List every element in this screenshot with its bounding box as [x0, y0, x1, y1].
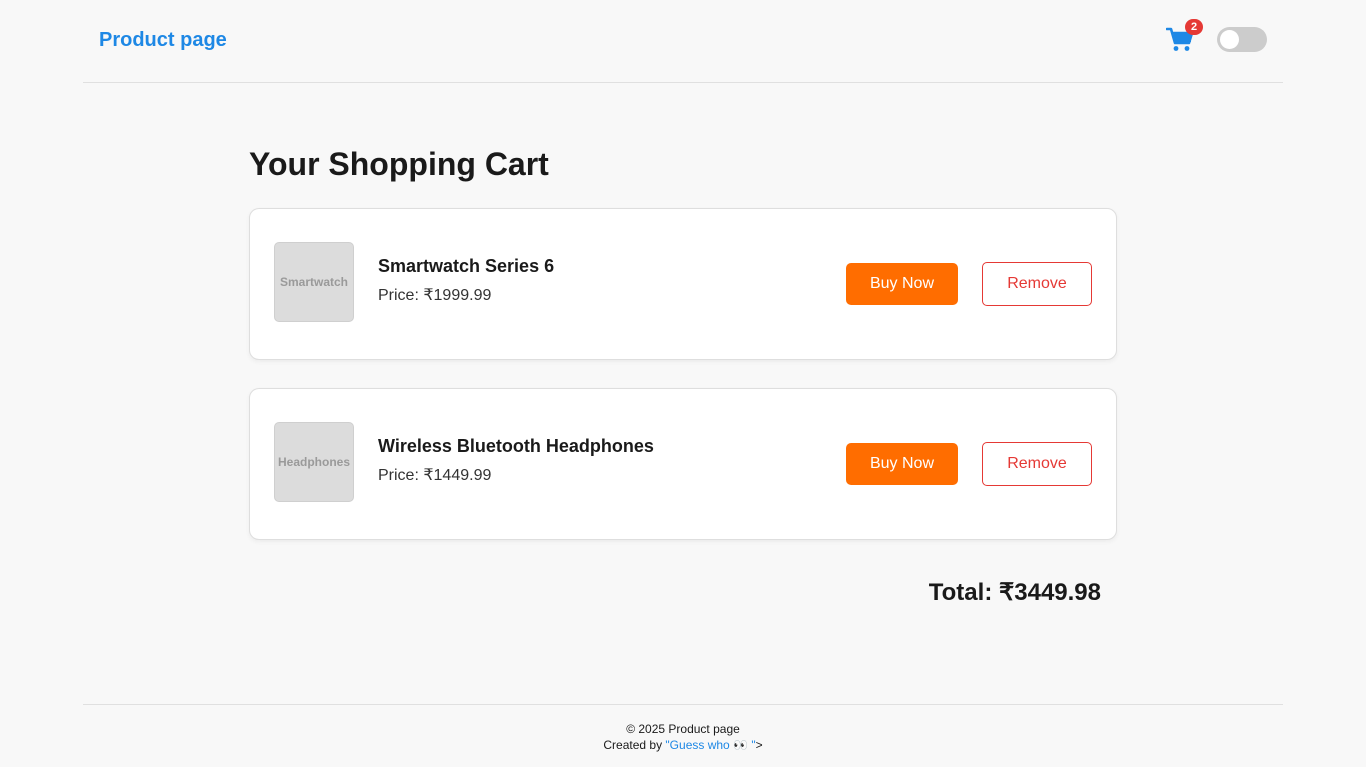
product-name: Smartwatch Series 6: [378, 256, 555, 276]
cart-item: Headphones Wireless Bluetooth Headphones…: [249, 388, 1117, 540]
product-image: Smartwatch: [274, 242, 354, 322]
buy-now-button[interactable]: Buy Now: [846, 263, 958, 305]
copyright-text: © 2025 Product page: [626, 722, 740, 736]
credits-suffix: >: [755, 738, 763, 752]
product-price: Price: ₹1449.99: [378, 467, 492, 484]
cart-count-badge: 2: [1185, 19, 1203, 35]
buy-now-button[interactable]: Buy Now: [846, 443, 958, 485]
product-price: Price: ₹1999.99: [378, 287, 492, 304]
brand-link[interactable]: Product page: [99, 29, 227, 52]
site-header: Product page 2: [83, 0, 1283, 83]
cart-item: Smartwatch Smartwatch Series 6 Price: ₹1…: [249, 208, 1117, 360]
product-name: Wireless Bluetooth Headphones: [378, 436, 654, 456]
cart-list: Smartwatch Smartwatch Series 6 Price: ₹1…: [249, 208, 1117, 540]
toggle-knob: [1220, 30, 1239, 49]
site-footer: © 2025 Product page Created by "Guess wh…: [83, 704, 1283, 767]
remove-button[interactable]: Remove: [982, 262, 1092, 306]
product-image: Headphones: [274, 422, 354, 502]
page: Product page 2 Your Shopping Cart Smartw…: [0, 0, 1366, 767]
credits-prefix: Created by: [603, 738, 666, 752]
credits-line: Created by "Guess who 👀 ">: [83, 738, 1283, 752]
theme-toggle[interactable]: [1217, 27, 1267, 52]
author-link[interactable]: "Guess who 👀 ": [665, 738, 755, 752]
cart-total: Total: ₹3449.98: [928, 579, 1101, 606]
remove-button[interactable]: Remove: [982, 442, 1092, 486]
cart-main: Your Shopping Cart Smartwatch Smartwatch…: [249, 140, 1117, 606]
cart-button[interactable]: 2: [1166, 19, 1203, 54]
page-title: Your Shopping Cart: [249, 146, 549, 182]
